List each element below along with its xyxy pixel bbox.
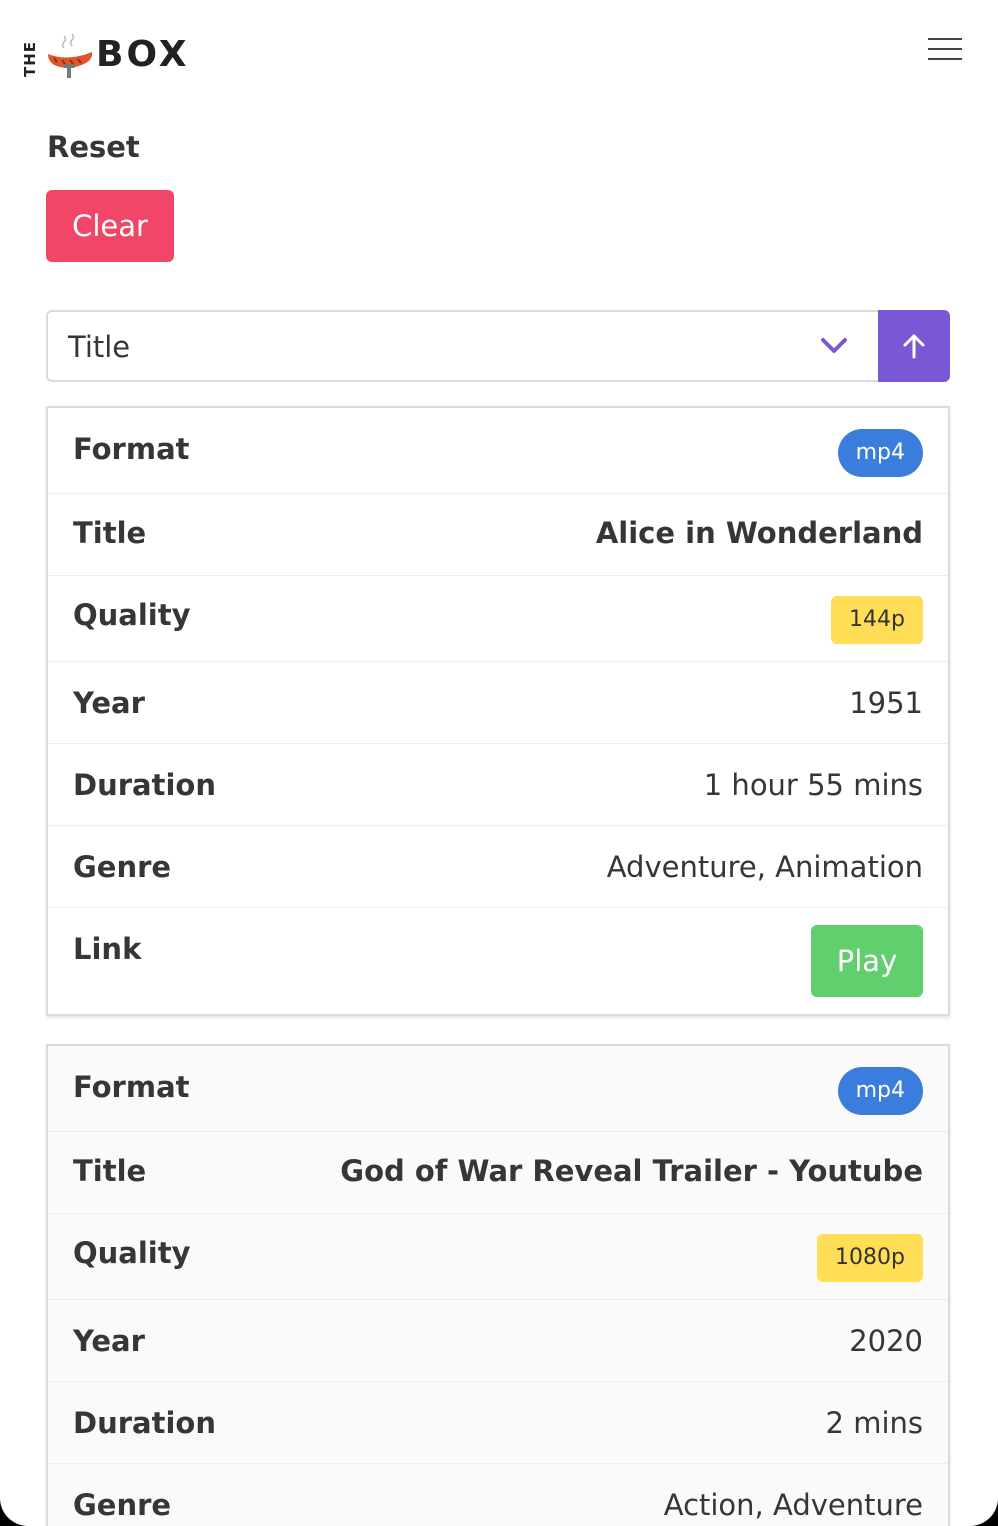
genre-label: Genre: [73, 1488, 172, 1522]
link-row: Link Play: [48, 908, 948, 1014]
format-row: Format mp4: [48, 1046, 948, 1132]
format-tag: mp4: [837, 429, 923, 477]
duration-row: Duration 1 hour 55 mins: [48, 744, 948, 826]
year-label: Year: [73, 1324, 145, 1358]
format-row: Format mp4: [48, 408, 948, 494]
app-screen: THE BOX Reset Clear Title Format mp4 Tit…: [0, 0, 998, 1526]
format-label: Format: [73, 432, 190, 466]
quality-tag: 1080p: [817, 1234, 923, 1282]
year-row: Year 2020: [48, 1300, 948, 1382]
genre-row: Genre Action, Adventure: [48, 1464, 948, 1526]
format-label: Format: [73, 1070, 190, 1104]
clear-button[interactable]: Clear: [46, 190, 174, 262]
navbar: THE BOX: [0, 0, 998, 110]
quality-row: Quality 144p: [48, 576, 948, 662]
sort-field-select[interactable]: Title: [46, 310, 880, 382]
menu-burger-icon[interactable]: [928, 36, 964, 64]
arrow-up-icon: [903, 334, 925, 359]
format-tag: mp4: [837, 1067, 923, 1115]
title-label: Title: [73, 516, 147, 550]
link-label: Link: [73, 932, 142, 966]
year-row: Year 1951: [48, 662, 948, 744]
genre-label: Genre: [73, 850, 172, 884]
duration-row: Duration 2 mins: [48, 1382, 948, 1464]
title-label: Title: [73, 1154, 147, 1188]
year-label: Year: [73, 686, 145, 720]
video-card: Format mp4 Title God of War Reveal Trail…: [46, 1044, 950, 1526]
year-value: 1951: [849, 686, 923, 720]
sausage-icon: [48, 33, 93, 78]
quality-label: Quality: [73, 1236, 191, 1270]
duration-label: Duration: [73, 1406, 216, 1440]
duration-label: Duration: [73, 768, 216, 802]
duration-value: 1 hour 55 mins: [703, 768, 923, 802]
sort-field-value: Title: [68, 330, 131, 364]
genre-value: Action, Adventure: [663, 1488, 923, 1522]
title-value: Alice in Wonderland: [595, 516, 923, 550]
chevron-down-icon: [821, 338, 847, 353]
logo-box-text: BOX: [96, 34, 190, 75]
video-card: Format mp4 Title Alice in Wonderland Qua…: [46, 406, 950, 1016]
title-row: Title Alice in Wonderland: [48, 494, 948, 576]
quality-tag: 144p: [831, 596, 923, 644]
play-button[interactable]: Play: [811, 925, 923, 997]
sort-direction-button[interactable]: [878, 310, 950, 382]
logo[interactable]: THE BOX: [21, 30, 187, 82]
reset-heading: Reset: [47, 130, 140, 164]
genre-value: Adventure, Animation: [606, 850, 923, 884]
logo-the-text: THE: [21, 40, 40, 78]
genre-row: Genre Adventure, Animation: [48, 826, 948, 908]
title-value: God of War Reveal Trailer - Youtube: [340, 1154, 923, 1188]
quality-row: Quality 1080p: [48, 1214, 948, 1300]
quality-label: Quality: [73, 598, 191, 632]
duration-value: 2 mins: [825, 1406, 923, 1440]
title-row: Title God of War Reveal Trailer - Youtub…: [48, 1132, 948, 1214]
year-value: 2020: [849, 1324, 923, 1358]
